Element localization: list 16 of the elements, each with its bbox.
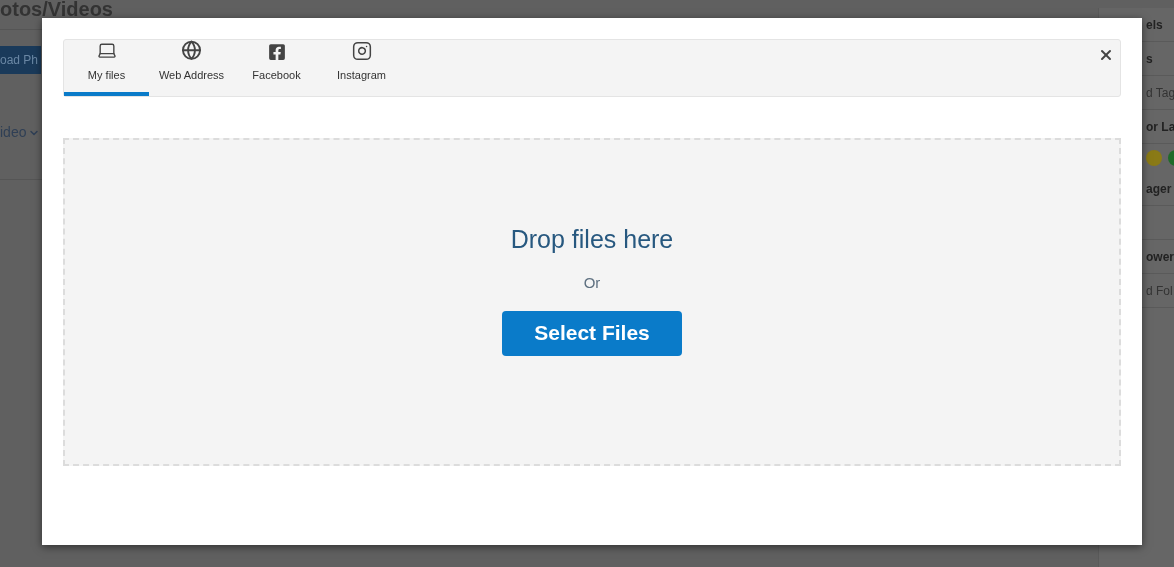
panel-heading: s [1146, 50, 1153, 68]
globe-icon [181, 40, 202, 61]
source-tab[interactable]: Web Address [149, 40, 234, 96]
panel-heading: ower [1146, 248, 1174, 266]
select-files-button[interactable]: Select Files [502, 310, 682, 356]
drop-heading: Drop files here [510, 224, 674, 254]
source-tab[interactable]: Facebook [234, 40, 319, 96]
instagram-icon [351, 40, 372, 61]
close-button[interactable] [1098, 47, 1114, 63]
facebook-icon [267, 42, 286, 61]
source-tab[interactable]: Instagram [319, 40, 404, 96]
panel-heading: ager [1146, 180, 1172, 198]
close-icon [1098, 47, 1114, 63]
source-tab[interactable]: My files [64, 40, 149, 96]
or-separator: Or [583, 273, 601, 293]
panel-heading: els [1146, 16, 1163, 34]
